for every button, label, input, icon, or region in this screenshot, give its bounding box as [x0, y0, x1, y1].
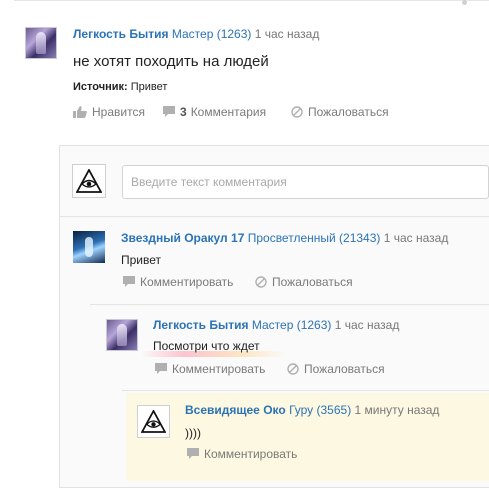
report-icon — [287, 363, 299, 375]
post-body: не хотят походить на людей — [73, 53, 269, 70]
comment-bubble-icon — [155, 363, 167, 374]
comment-3-reply-label: Комментировать — [204, 447, 298, 461]
comment-1-reply-button[interactable]: Комментировать — [123, 274, 233, 290]
comment-3-header: Всевидящее Око Гуру (3565) 1 минуту наза… — [185, 402, 439, 418]
comment-2-author[interactable]: Легкость Бытия — [153, 318, 249, 332]
nested-reply-separator — [122, 390, 489, 391]
comment-3-time: 1 минуту назад — [354, 403, 440, 417]
post-author-rank[interactable]: Мастер (1263) — [172, 27, 252, 41]
top-divider — [14, 0, 489, 1]
comment-2-time: 1 час назад — [334, 318, 400, 332]
report-icon — [291, 106, 303, 118]
comment-1-report-label: Пожаловаться — [272, 275, 353, 289]
report-icon — [255, 276, 267, 288]
comment-1-time: 1 час назад — [383, 231, 449, 245]
corner-mark — [462, 0, 467, 5]
comment-1-reply-label: Комментировать — [140, 275, 234, 289]
comment-3-reply-button[interactable]: Комментировать — [187, 446, 297, 462]
like-label: Нравится — [92, 105, 145, 119]
comment-3-author[interactable]: Всевидящее Око — [185, 403, 286, 417]
current-user-avatar — [72, 164, 106, 198]
post-header: Легкость Бытия Мастер (1263) 1 час назад — [73, 26, 319, 42]
comment-bubble-icon — [187, 448, 199, 459]
comment-2-report-button[interactable]: Пожаловаться — [287, 361, 385, 377]
comment-2-avatar[interactable] — [106, 319, 138, 351]
post-time: 1 час назад — [254, 27, 320, 41]
reply-separator — [90, 304, 489, 305]
comment-1-body: Привет — [121, 253, 162, 267]
comment-2-rank[interactable]: Мастер (1263) — [252, 318, 332, 332]
comment-2-report-label: Пожаловаться — [304, 362, 385, 376]
thumbs-up-icon — [73, 106, 87, 118]
comment-3-body: )))) — [185, 426, 201, 440]
all-seeing-eye-icon — [76, 169, 102, 193]
comment-bubble-icon — [163, 106, 175, 117]
comment-2-reply-label: Комментировать — [172, 362, 266, 376]
comments-count: 3 — [180, 105, 187, 119]
all-seeing-eye-icon — [141, 410, 166, 433]
comments-link[interactable]: 3 Комментария — [163, 104, 266, 120]
comment-3-avatar[interactable] — [137, 405, 170, 438]
comment-2-body: Посмотри что ждет — [153, 339, 260, 353]
comment-3-rank[interactable]: Гуру (3565) — [289, 403, 351, 417]
comment-1-author[interactable]: Звездный Оракул 17 — [121, 231, 244, 245]
post-author-avatar[interactable] — [25, 27, 57, 59]
comment-input[interactable] — [122, 165, 489, 199]
comment-bubble-icon — [123, 276, 135, 287]
report-post-button[interactable]: Пожаловаться — [291, 104, 389, 120]
comment-2-header: Легкость Бытия Мастер (1263) 1 час назад — [153, 317, 399, 333]
thread-separator — [59, 216, 489, 217]
like-button[interactable]: Нравится — [73, 104, 145, 120]
post-source-value: Привет — [127, 81, 168, 93]
comments-label: Комментария — [190, 105, 267, 119]
comment-1-rank[interactable]: Просветленный (21343) — [248, 231, 381, 245]
comment-1-report-button[interactable]: Пожаловаться — [255, 274, 353, 290]
post-source: Источник: Привет — [73, 80, 167, 94]
post-source-label: Источник: — [73, 81, 128, 93]
post-author-name[interactable]: Легкость Бытия — [73, 27, 169, 41]
comment-2-reply-button[interactable]: Комментировать — [155, 361, 265, 377]
comment-1-header: Звездный Оракул 17 Просветленный (21343)… — [121, 230, 448, 246]
comment-1-avatar[interactable] — [73, 231, 105, 263]
report-post-label: Пожаловаться — [308, 105, 389, 119]
